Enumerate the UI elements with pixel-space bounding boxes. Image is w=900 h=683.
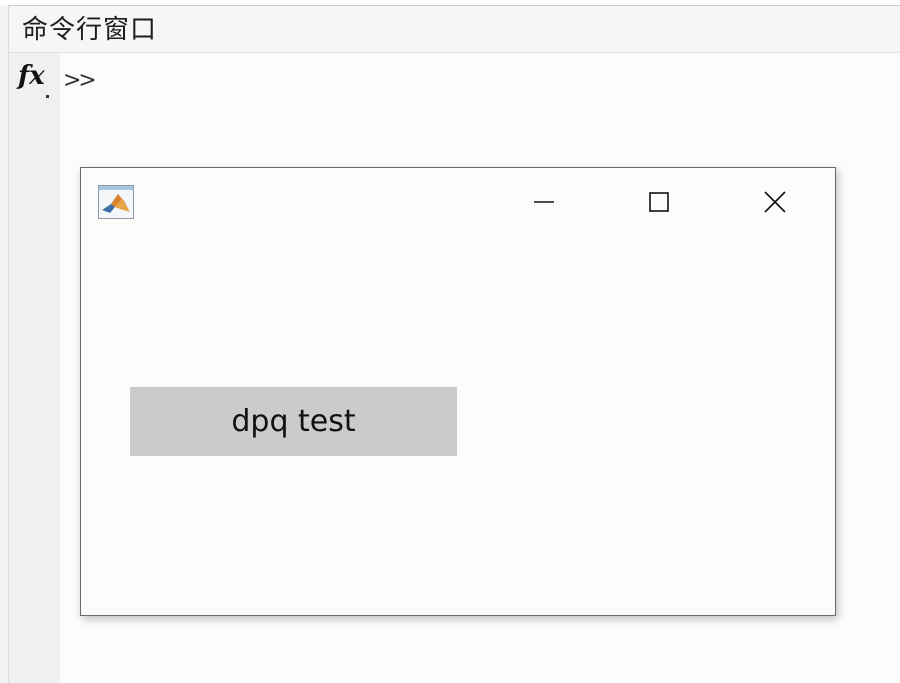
matlab-logo-icon bbox=[98, 185, 134, 219]
dpq-test-button[interactable]: dpq test bbox=[130, 387, 457, 456]
minimize-button[interactable] bbox=[521, 184, 567, 220]
fx-icon[interactable]: fx bbox=[18, 61, 45, 91]
command-window-title: 命令行窗口 bbox=[22, 15, 158, 45]
fx-dropdown-indicator-icon[interactable] bbox=[46, 95, 49, 98]
minimize-icon bbox=[534, 201, 554, 203]
left-edge bbox=[0, 5, 8, 683]
command-window-header: 命令行窗口 bbox=[9, 6, 900, 53]
command-gutter: fx bbox=[9, 53, 60, 683]
maximize-button[interactable] bbox=[636, 184, 682, 220]
close-button[interactable] bbox=[752, 184, 798, 220]
screen: 命令行窗口 fx >> dpq test bbox=[0, 0, 900, 683]
figure-window[interactable]: dpq test bbox=[80, 167, 836, 616]
maximize-icon bbox=[649, 192, 669, 212]
command-prompt[interactable]: >> bbox=[63, 68, 97, 94]
close-icon bbox=[764, 191, 786, 213]
